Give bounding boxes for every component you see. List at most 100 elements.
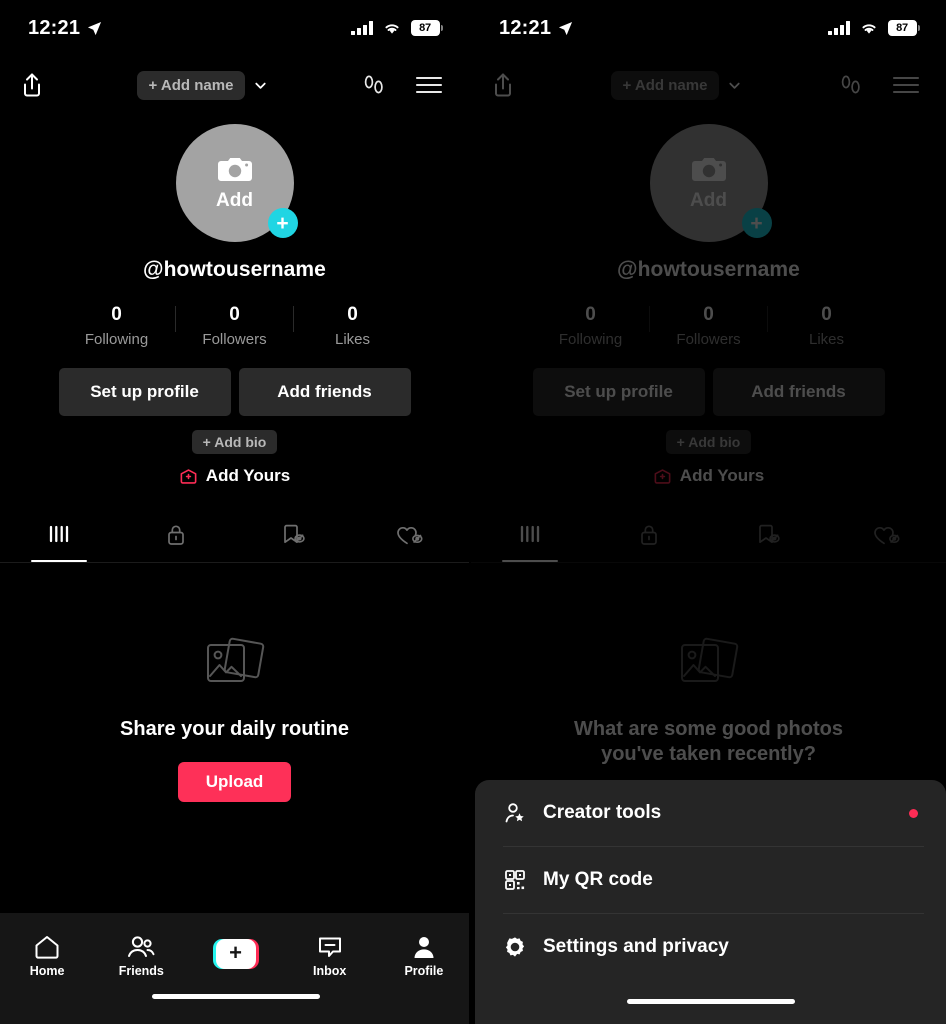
avatar-plus-badge[interactable]: + <box>267 208 298 238</box>
status-bar-left: 12:21 <box>499 17 573 40</box>
location-arrow-icon <box>88 21 102 35</box>
stat-likes[interactable]: 0 Likes <box>300 304 405 348</box>
battery-indicator: 87 <box>410 20 443 36</box>
add-name-chip[interactable]: + Add name <box>136 70 246 100</box>
add-yours-sticker-icon <box>654 468 671 484</box>
stat-label: Following <box>558 331 623 348</box>
bookmark-hidden-icon <box>284 524 305 544</box>
tab-liked[interactable] <box>352 508 469 562</box>
heart-hidden-icon <box>397 526 423 545</box>
stat-likes[interactable]: 0 Likes <box>774 304 879 348</box>
tab-posts[interactable] <box>471 508 590 562</box>
footprints-icon[interactable] <box>838 72 864 98</box>
profile-stats: 0 Following 0 Followers 0 Likes <box>64 304 405 348</box>
wifi-icon <box>384 23 399 34</box>
nav-profile[interactable]: Profile <box>377 934 469 978</box>
add-name-control[interactable]: + Add name <box>610 70 743 100</box>
set-up-profile-button[interactable]: Set up profile <box>58 368 231 416</box>
tab-posts[interactable] <box>0 508 117 562</box>
bottom-nav-items: Home Friends + Inbox Profile <box>0 913 469 994</box>
sheet-item-label: Creator tools <box>543 802 662 823</box>
bottom-sheet-menu: Creator tools My QR code Settings and pr… <box>475 780 946 1024</box>
header-actions <box>361 72 443 98</box>
profile-section: Add + @howtousername 0 Following 0 Follo… <box>471 114 946 486</box>
heart-hidden-icon <box>873 526 900 545</box>
sheet-item-my-qr-code[interactable]: My QR code <box>475 847 946 913</box>
create-white-body: + <box>215 938 256 969</box>
add-yours-button[interactable]: Add Yours <box>179 466 290 486</box>
stat-label: Likes <box>334 331 371 348</box>
nav-inbox[interactable]: Inbox <box>283 934 377 978</box>
upload-button[interactable]: Upload <box>177 762 292 802</box>
profile-stats: 0 Following 0 Followers 0 Likes <box>538 304 879 348</box>
content-tabs <box>0 508 469 563</box>
stat-following[interactable]: 0 Following <box>538 304 643 348</box>
create-plus-icon[interactable]: + <box>212 938 259 969</box>
add-friends-button[interactable]: Add friends <box>712 368 885 416</box>
hamburger-menu-icon[interactable] <box>415 75 443 95</box>
header-actions <box>838 72 920 98</box>
clock-label: 12:21 <box>28 16 81 39</box>
stat-divider <box>293 306 294 332</box>
nav-label: Friends <box>118 963 164 978</box>
lock-icon <box>641 525 657 545</box>
empty-state-text: What are some good photos you've taken r… <box>574 718 843 765</box>
tab-saved[interactable] <box>709 508 828 562</box>
cellular-signal-icon <box>828 21 850 35</box>
stat-followers[interactable]: 0 Followers <box>182 304 287 348</box>
status-bar: 12:21 87 <box>0 0 469 56</box>
nav-create[interactable]: + <box>188 938 282 973</box>
nav-label: Inbox <box>313 963 347 978</box>
add-name-control[interactable]: + Add name <box>136 70 269 100</box>
app-header: + Add name <box>0 56 469 114</box>
inbox-icon <box>318 937 341 957</box>
battery-indicator: 87 <box>887 20 920 36</box>
home-indicator <box>0 994 469 1024</box>
stat-value: 0 <box>111 304 122 325</box>
chevron-down-icon[interactable] <box>253 78 268 93</box>
hamburger-menu-icon[interactable] <box>892 75 920 95</box>
set-up-profile-button[interactable]: Set up profile <box>532 368 705 416</box>
share-icon[interactable] <box>20 72 44 99</box>
empty-state: What are some good photos you've taken r… <box>471 563 946 767</box>
tab-saved[interactable] <box>235 508 352 562</box>
grid-posts-icon <box>521 525 540 543</box>
dual-screenshot-root: 12:21 87 + Add name Add + @howtousername… <box>0 0 946 1024</box>
avatar[interactable]: Add + <box>649 124 772 242</box>
sheet-item-creator-tools[interactable]: Creator tools <box>475 780 946 846</box>
share-icon[interactable] <box>491 72 515 99</box>
status-bar-right: 87 <box>828 20 920 36</box>
footprints-icon[interactable] <box>361 72 387 98</box>
add-name-chip[interactable]: + Add name <box>610 70 720 100</box>
add-bio-chip[interactable]: + Add bio <box>665 430 752 454</box>
home-indicator <box>475 980 946 1024</box>
stat-value: 0 <box>821 304 832 325</box>
chevron-down-icon[interactable] <box>727 78 742 93</box>
stat-divider <box>767 306 768 332</box>
battery-cap <box>441 25 443 31</box>
add-friends-button[interactable]: Add friends <box>238 368 411 416</box>
tab-private[interactable] <box>590 508 709 562</box>
stat-following[interactable]: 0 Following <box>64 304 169 348</box>
avatar[interactable]: Add + <box>175 124 298 242</box>
lock-icon <box>168 525 184 545</box>
nav-label: Home <box>29 963 65 978</box>
stat-followers[interactable]: 0 Followers <box>656 304 761 348</box>
nav-home[interactable]: Home <box>0 934 94 978</box>
sheet-item-settings-and-privacy[interactable]: Settings and privacy <box>475 914 946 980</box>
nav-friends[interactable]: Friends <box>94 934 188 978</box>
add-bio-chip[interactable]: + Add bio <box>191 430 278 454</box>
add-yours-label: Add Yours <box>679 466 765 485</box>
stat-label: Followers <box>202 331 267 348</box>
profile-actions: Set up profile Add friends <box>532 368 885 416</box>
gear-icon <box>503 935 529 959</box>
add-yours-label: Add Yours <box>205 466 291 485</box>
bottom-navigation-bar: Home Friends + Inbox Profile <box>0 913 469 1024</box>
wifi-icon <box>861 23 876 34</box>
tab-liked[interactable] <box>827 508 946 562</box>
tab-private[interactable] <box>117 508 234 562</box>
battery-cap <box>918 25 920 31</box>
add-yours-button[interactable]: Add Yours <box>653 466 764 486</box>
empty-state: Share your daily routine Upload <box>0 563 469 802</box>
avatar-plus-badge[interactable]: + <box>741 208 772 238</box>
